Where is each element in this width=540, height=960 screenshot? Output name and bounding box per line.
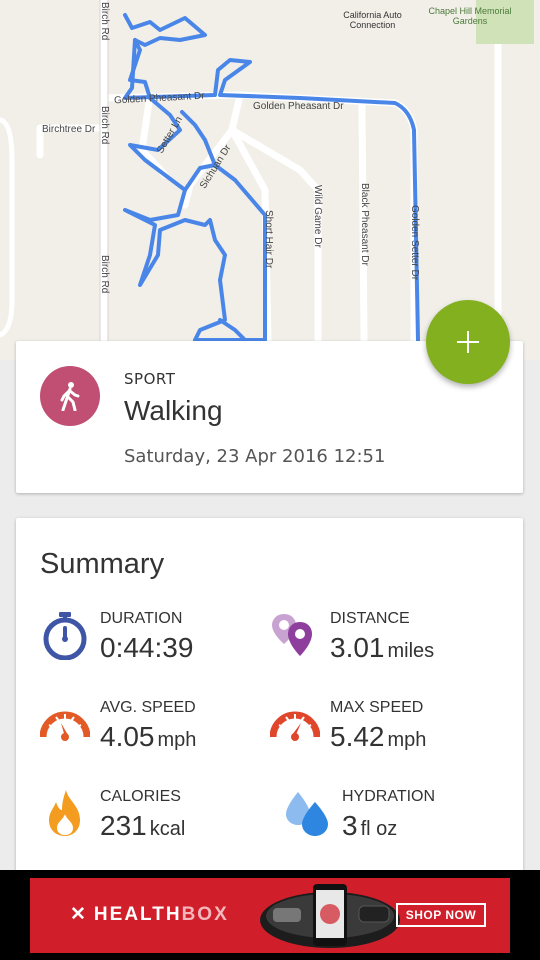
road-label-short-hair-dr: Short Hair Dr bbox=[263, 210, 274, 269]
speedometer-icon bbox=[270, 711, 320, 741]
poi-chapel-hill-memorial-gardens[interactable]: Chapel Hill Memorial Gardens bbox=[425, 6, 515, 26]
summary-card: Summary DURATION 0:44:39 DISTANCE 3.01 mi… bbox=[16, 518, 523, 878]
metric-max-speed-unit: mph bbox=[387, 729, 427, 751]
metric-hydration-label: HYDRATION bbox=[342, 788, 436, 805]
plus-icon bbox=[457, 331, 479, 353]
metric-hydration-unit: fl oz bbox=[360, 818, 398, 840]
ad-brand-sub: BOX bbox=[181, 904, 229, 925]
road-label-birch-rd-bottom: Birch Rd bbox=[99, 255, 110, 294]
ad-banner[interactable]: ✕ HEALTHBOX SHOP NOW bbox=[30, 878, 510, 953]
metric-max-speed: MAX SPEED 5.42 mph bbox=[270, 699, 510, 759]
ad-product-image bbox=[260, 884, 400, 948]
under-armour-logo: ✕ bbox=[70, 904, 88, 925]
poi-california-auto-connection[interactable]: California Auto Connection bbox=[330, 10, 415, 30]
metric-distance-unit: miles bbox=[387, 640, 435, 662]
ad-brand: ✕ HEALTHBOX bbox=[70, 903, 229, 926]
metric-duration-label: DURATION bbox=[100, 610, 183, 627]
metric-avg-speed-value: 4.05 bbox=[100, 721, 155, 752]
speedometer-icon bbox=[40, 711, 90, 741]
metric-hydration: HYDRATION 3 fl oz bbox=[282, 788, 512, 848]
road-label-wild-game-dr: Wild Game Dr bbox=[312, 185, 323, 248]
stopwatch-icon bbox=[43, 612, 87, 660]
metric-hydration-value: 3 bbox=[342, 810, 358, 841]
metric-avg-speed-label: AVG. SPEED bbox=[100, 699, 196, 716]
water-drops-icon bbox=[286, 792, 328, 836]
metric-calories-label: CALORIES bbox=[100, 788, 181, 805]
road-label-black-pheasant-dr: Black Pheasant Dr bbox=[359, 183, 370, 266]
shop-now-button[interactable]: SHOP NOW bbox=[396, 903, 486, 927]
sport-label: SPORT bbox=[124, 370, 176, 388]
location-pins-icon bbox=[272, 614, 312, 656]
metric-max-speed-label: MAX SPEED bbox=[330, 699, 424, 716]
add-button[interactable] bbox=[426, 300, 510, 384]
metric-distance-label: DISTANCE bbox=[330, 610, 410, 627]
road-label-birch-rd-top: Birch Rd bbox=[99, 2, 110, 41]
metric-duration-value: 0:44:39 bbox=[100, 632, 194, 663]
sport-name: Walking bbox=[124, 395, 223, 426]
metric-duration: DURATION 0:44:39 bbox=[40, 610, 260, 670]
ad-brand-main: HEALTH bbox=[93, 904, 182, 925]
metric-avg-speed-unit: mph bbox=[157, 729, 197, 751]
metric-distance-value: 3.01 bbox=[330, 632, 385, 663]
road-label-birchtree-dr: Birchtree Dr bbox=[42, 124, 96, 135]
metric-calories-value: 231 bbox=[100, 810, 147, 841]
road-label-golden-setter-dr: Golden Setter Dr bbox=[409, 205, 420, 281]
walking-person-icon bbox=[60, 382, 80, 411]
metric-calories-unit: kcal bbox=[149, 818, 186, 840]
route-path bbox=[123, 13, 420, 342]
sport-datetime: Saturday, 23 Apr 2016 12:51 bbox=[124, 446, 386, 467]
road-label-golden-pheasant-dr-right: Golden Pheasant Dr bbox=[253, 101, 344, 112]
metric-calories: CALORIES 231 kcal bbox=[40, 788, 260, 848]
road-label-birch-rd-mid: Birch Rd bbox=[99, 106, 110, 145]
flame-icon bbox=[49, 790, 80, 836]
metric-max-speed-value: 5.42 bbox=[330, 721, 385, 752]
metric-avg-speed: AVG. SPEED 4.05 mph bbox=[40, 699, 260, 759]
sport-avatar bbox=[40, 366, 100, 426]
metric-distance: DISTANCE 3.01 miles bbox=[270, 610, 510, 670]
summary-title: Summary bbox=[40, 548, 165, 580]
